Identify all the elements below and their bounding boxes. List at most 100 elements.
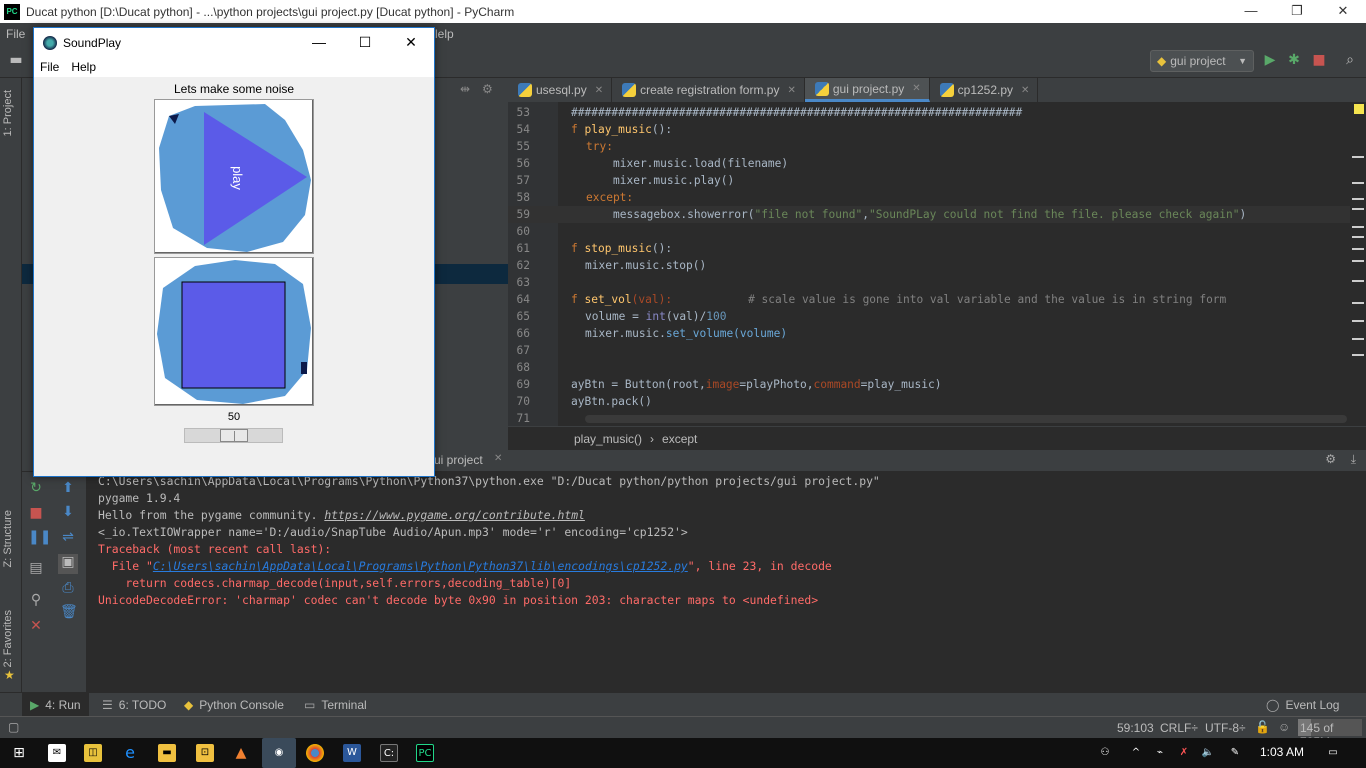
run-console[interactable]: C:\Users\sachin\AppData\Local\Programs\P… bbox=[86, 472, 1366, 692]
run-tab-label[interactable]: ui project bbox=[434, 453, 483, 467]
trash-icon[interactable]: 🗑 bbox=[60, 604, 78, 620]
tab-run[interactable]: ▶ 4: Run bbox=[22, 693, 89, 717]
folder-icon[interactable]: ▬ bbox=[8, 52, 24, 68]
close-icon[interactable]: ✕ bbox=[388, 28, 434, 57]
close-icon[interactable]: ✕ bbox=[494, 453, 502, 464]
caret-position[interactable]: 59:103 bbox=[1117, 721, 1154, 735]
stop-icon bbox=[157, 260, 311, 404]
code-editor[interactable]: 53 ######################################… bbox=[508, 102, 1366, 426]
power-icon[interactable]: ⌁ bbox=[1151, 744, 1169, 762]
search-icon[interactable]: ⌕ bbox=[1342, 52, 1358, 68]
cmd-icon[interactable]: C: bbox=[380, 744, 398, 762]
soundplay-task-icon[interactable]: ◉ bbox=[262, 738, 296, 768]
file-encoding[interactable]: UTF-8÷ bbox=[1205, 721, 1246, 735]
python-file-icon bbox=[814, 81, 829, 96]
notifications-icon[interactable]: ▭ bbox=[1324, 744, 1342, 762]
network-icon[interactable]: ✗ bbox=[1175, 744, 1193, 762]
tab-favorites[interactable]: 2: Favorites bbox=[2, 610, 14, 667]
arrow-down-icon[interactable]: ⬇ bbox=[60, 504, 76, 520]
tab-python-console[interactable]: ◆ Python Console bbox=[176, 693, 292, 717]
run-config-select[interactable]: ◆ gui project ▼ bbox=[1150, 50, 1254, 72]
scroll-to-end-icon[interactable]: ▣ bbox=[58, 554, 78, 574]
tab-gui-project[interactable]: gui project.py ✕ bbox=[804, 78, 930, 102]
tab-project[interactable]: 1: Project bbox=[2, 90, 14, 136]
volume-slider[interactable] bbox=[184, 428, 283, 443]
folder-icon[interactable]: ⊡ bbox=[196, 744, 214, 762]
horizontal-scrollbar[interactable] bbox=[585, 415, 1347, 423]
store-icon[interactable]: ◫ bbox=[84, 744, 102, 762]
arrow-up-icon[interactable]: ⬆ bbox=[60, 480, 76, 496]
console-line: return codecs.charmap_decode(input,self.… bbox=[98, 576, 572, 590]
tab-todo[interactable]: ☰ 6: TODO bbox=[94, 693, 174, 717]
close-icon[interactable]: ✕ bbox=[787, 85, 795, 96]
vlc-icon[interactable]: ▲ bbox=[232, 744, 250, 762]
minimize-icon[interactable]: — bbox=[296, 28, 342, 57]
chrome-icon[interactable] bbox=[306, 744, 324, 762]
word-icon[interactable]: W bbox=[343, 744, 361, 762]
tab-cp1252[interactable]: cp1252.py ✕ bbox=[930, 78, 1039, 102]
memory-indicator[interactable]: 145 of 725M bbox=[1298, 719, 1362, 749]
restore-icon[interactable]: ❐ bbox=[1274, 0, 1320, 23]
gear-icon[interactable]: ⚙ bbox=[482, 82, 493, 96]
python-file-icon bbox=[939, 83, 954, 97]
edge-icon[interactable]: e bbox=[121, 744, 139, 762]
play-button[interactable]: play bbox=[154, 99, 314, 254]
pygame-link[interactable]: https://www.pygame.org/contribute.html bbox=[324, 508, 585, 522]
close-icon[interactable]: ✕ bbox=[595, 85, 603, 96]
people-icon[interactable]: ⚇ bbox=[1096, 744, 1114, 762]
close-icon[interactable]: ✕ bbox=[1320, 0, 1366, 23]
close-icon[interactable]: ✕ bbox=[28, 618, 44, 634]
stop-icon[interactable]: ■ bbox=[1311, 52, 1327, 68]
taskbar-clock[interactable]: 1:03 AM bbox=[1260, 745, 1304, 759]
menu-help[interactable]: Help bbox=[65, 60, 102, 74]
rerun-icon[interactable]: ↻ bbox=[28, 480, 44, 496]
debug-icon[interactable]: ✱ bbox=[1286, 52, 1302, 68]
minimize-icon[interactable]: — bbox=[1228, 0, 1274, 23]
play-icon: play bbox=[159, 104, 311, 252]
file-explorer-icon[interactable]: ▬ bbox=[158, 744, 176, 762]
line-separator[interactable]: CRLF÷ bbox=[1160, 721, 1198, 735]
layout-icon[interactable]: ▤ bbox=[28, 560, 44, 576]
close-icon[interactable]: ✕ bbox=[912, 83, 920, 94]
breadcrumb-function[interactable]: play_music() bbox=[574, 432, 642, 446]
pin-icon[interactable]: ⚲ bbox=[28, 592, 44, 608]
soundplay-body: Lets make some noise play 50 bbox=[34, 77, 434, 476]
pycharm-task-icon[interactable]: PC bbox=[416, 744, 434, 762]
breadcrumb-block[interactable]: except bbox=[662, 432, 697, 446]
breadcrumb-separator: › bbox=[650, 431, 655, 446]
print-icon[interactable]: ⎙ bbox=[60, 580, 76, 596]
error-stripe[interactable] bbox=[1350, 102, 1366, 426]
panel-toggle-icon[interactable]: ▢ bbox=[8, 720, 19, 734]
stop-icon[interactable]: ■ bbox=[28, 505, 44, 521]
maximize-icon[interactable]: ☐ bbox=[342, 28, 388, 57]
wrap-icon[interactable]: ⇌ bbox=[60, 529, 76, 545]
bottom-tool-tabs: ▶ 4: Run ☰ 6: TODO ◆ Python Console ▭ Termin… bbox=[0, 692, 1366, 717]
tab-terminal[interactable]: ▭ Terminal bbox=[296, 693, 375, 717]
stop-button[interactable] bbox=[154, 257, 314, 406]
close-icon[interactable]: ✕ bbox=[1021, 85, 1029, 96]
hide-panel-icon[interactable]: ⤓ bbox=[1351, 452, 1356, 467]
lock-icon[interactable]: 🔓 bbox=[1255, 720, 1270, 734]
pause-icon[interactable]: ❚❚ bbox=[28, 529, 51, 545]
inspector-icon[interactable]: ☺ bbox=[1278, 720, 1290, 734]
tab-create-registration-form[interactable]: create registration form.py ✕ bbox=[612, 78, 805, 102]
tab-event-log[interactable]: ◯ Event Log bbox=[1258, 693, 1347, 717]
pen-icon[interactable]: ✎ bbox=[1226, 744, 1244, 762]
traceback-file-link[interactable]: C:\Users\sachin\AppData\Local\Programs\P… bbox=[153, 559, 688, 573]
menu-file[interactable]: File bbox=[0, 27, 31, 41]
chevron-up-icon[interactable]: ^ bbox=[1127, 744, 1145, 762]
tab-usesql[interactable]: usesql.py ✕ bbox=[508, 78, 613, 102]
python-icon: ◆ bbox=[184, 698, 194, 712]
tab-structure[interactable]: Z: Structure bbox=[2, 510, 14, 567]
menu-file[interactable]: File bbox=[34, 60, 65, 74]
gear-icon[interactable]: ⚙ bbox=[1325, 452, 1336, 466]
volume-icon[interactable]: 🔈 bbox=[1199, 744, 1217, 762]
app-icon bbox=[43, 35, 57, 50]
windows-start-icon[interactable]: ⊞ bbox=[10, 744, 28, 762]
run-icon[interactable]: ▶ bbox=[1262, 52, 1278, 68]
mail-icon[interactable]: ✉ bbox=[48, 744, 66, 762]
volume-slider-thumb[interactable] bbox=[220, 429, 248, 442]
code-line: 58 except: bbox=[516, 191, 634, 204]
collapse-icon[interactable]: ⇹ bbox=[460, 82, 470, 96]
status-bar: ▢ 59:103 CRLF÷ UTF-8÷ 🔓 ☺ 145 of 725M bbox=[0, 716, 1366, 749]
